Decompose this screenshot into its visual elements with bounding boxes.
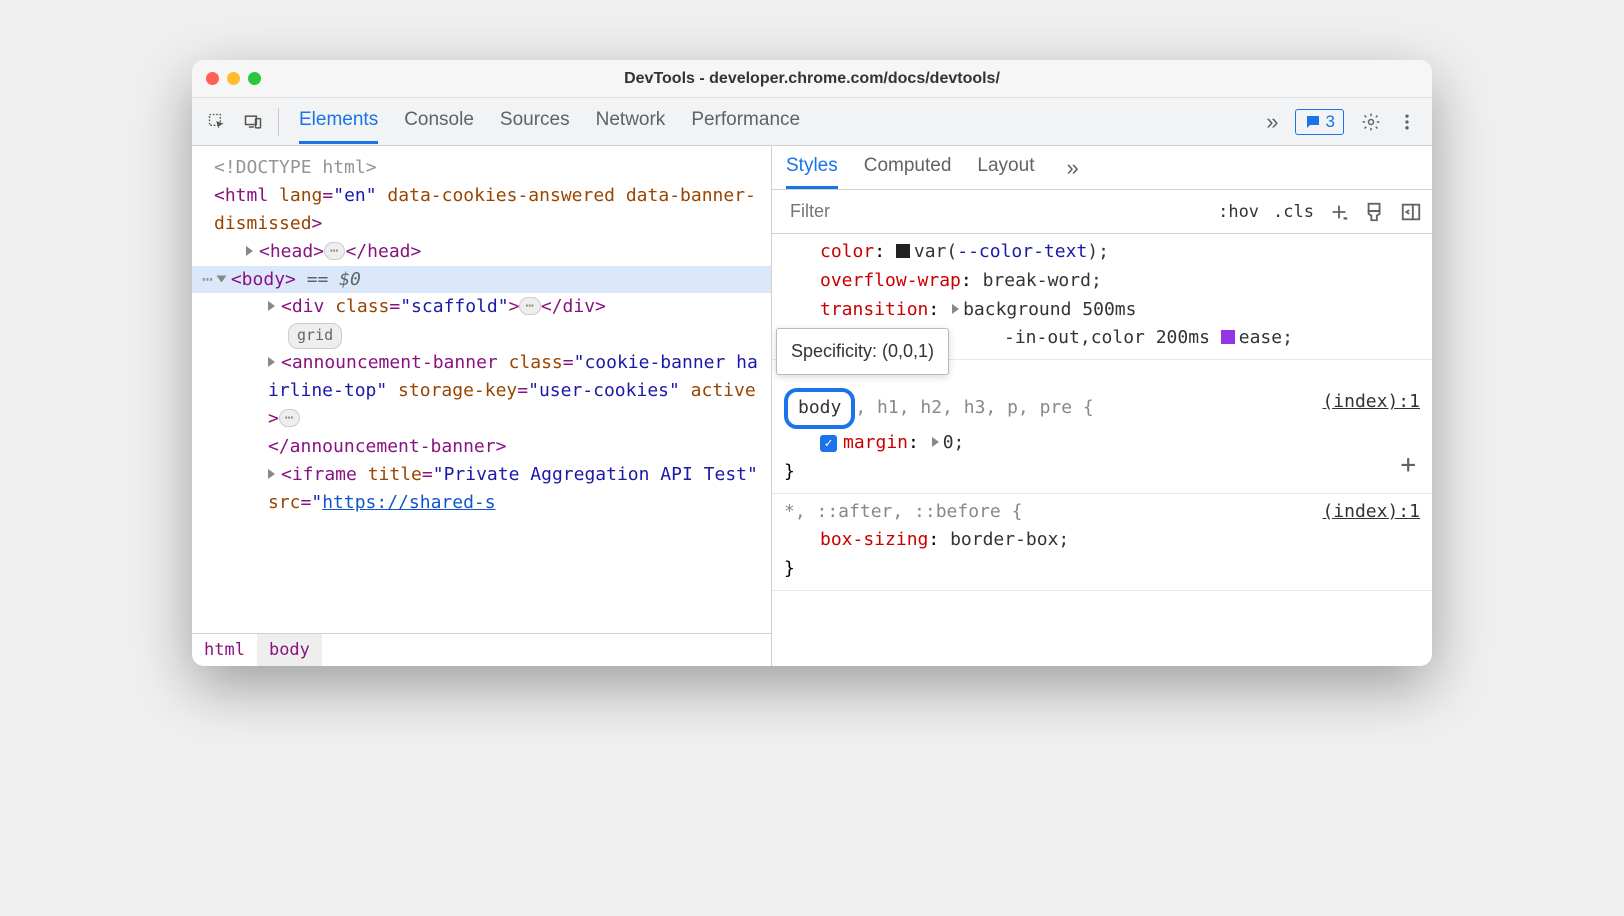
scaffold-node[interactable]: <div class="scaffold">⋯</div> — [192, 293, 771, 321]
css-rules[interactable]: color: var(--color-text); overflow-wrap:… — [772, 234, 1432, 666]
settings-icon[interactable] — [1354, 105, 1388, 139]
content-panes: <!DOCTYPE html> <html lang="en" data-coo… — [192, 146, 1432, 666]
devtools-toolbar: Elements Console Sources Network Perform… — [192, 98, 1432, 146]
layout-tab[interactable]: Layout — [977, 146, 1034, 189]
rule-block-1[interactable]: (index):1 body, h1, h2, h3, p, pre { ✓ma… — [772, 360, 1432, 493]
new-style-rule-icon[interactable] — [1328, 201, 1350, 223]
styles-panel: Styles Computed Layout » :hov .cls color… — [772, 146, 1432, 666]
more-tabs-icon[interactable]: » — [1260, 109, 1284, 135]
elements-panel: <!DOCTYPE html> <html lang="en" data-coo… — [192, 146, 772, 666]
tab-performance[interactable]: Performance — [691, 99, 800, 144]
styles-filter-input[interactable] — [782, 195, 1062, 228]
iframe-node[interactable]: <iframe title="Private Aggregation API T… — [192, 461, 771, 517]
doctype-node[interactable]: <!DOCTYPE html> — [192, 154, 771, 182]
head-node[interactable]: <head>⋯</head> — [192, 238, 771, 266]
hov-toggle[interactable]: :hov — [1218, 202, 1259, 222]
titlebar: DevTools - developer.chrome.com/docs/dev… — [192, 60, 1432, 98]
tab-sources[interactable]: Sources — [500, 99, 570, 144]
source-link[interactable]: (index):1 — [1322, 498, 1420, 527]
color-swatch[interactable] — [896, 244, 910, 258]
styles-tab[interactable]: Styles — [786, 146, 838, 189]
separator — [278, 108, 279, 136]
rule-close: } — [784, 458, 1420, 487]
devtools-window: DevTools - developer.chrome.com/docs/dev… — [192, 60, 1432, 666]
issues-count: 3 — [1326, 112, 1335, 132]
inspect-element-icon[interactable] — [200, 105, 234, 139]
device-toolbar-icon[interactable] — [236, 105, 270, 139]
body-node-selected[interactable]: ⋯<body> == $0 — [192, 266, 771, 294]
breadcrumb: html body — [192, 633, 771, 666]
property-checkbox[interactable]: ✓ — [820, 435, 837, 452]
kebab-menu-icon[interactable] — [1390, 105, 1424, 139]
rule-block-0[interactable]: color: var(--color-text); overflow-wrap:… — [772, 234, 1432, 360]
styles-filterbar: :hov .cls — [772, 190, 1432, 234]
grid-badge[interactable]: grid — [192, 321, 771, 349]
more-styles-tabs-icon[interactable]: » — [1060, 155, 1084, 181]
styles-sidebar-tabs: Styles Computed Layout » — [772, 146, 1432, 190]
source-link[interactable]: (index):1 — [1322, 388, 1420, 417]
html-node[interactable]: <html lang="en" data-cookies-answered da… — [192, 182, 771, 238]
tab-elements[interactable]: Elements — [299, 99, 378, 144]
add-property-icon[interactable]: + — [1400, 445, 1416, 487]
bezier-swatch[interactable] — [1221, 330, 1235, 344]
window-title: DevTools - developer.chrome.com/docs/dev… — [192, 70, 1432, 88]
brush-icon[interactable] — [1364, 201, 1386, 223]
panel-toggle-icon[interactable] — [1400, 201, 1422, 223]
rule-block-2[interactable]: (index):1 *, ::after, ::before { box-siz… — [772, 494, 1432, 591]
body-selector-highlight: body — [784, 388, 855, 429]
rule-close: } — [784, 555, 1420, 584]
issues-icon — [1304, 113, 1322, 131]
breadcrumb-body[interactable]: body — [257, 634, 322, 666]
announcement-node[interactable]: <announcement-banner class="cookie-banne… — [192, 349, 771, 461]
issues-badge[interactable]: 3 — [1295, 109, 1344, 135]
cls-toggle[interactable]: .cls — [1273, 202, 1314, 222]
computed-tab[interactable]: Computed — [864, 146, 952, 189]
dom-tree[interactable]: <!DOCTYPE html> <html lang="en" data-coo… — [192, 146, 771, 633]
breadcrumb-html[interactable]: html — [192, 634, 257, 666]
panel-tabs: Elements Console Sources Network Perform… — [287, 99, 1258, 144]
tab-console[interactable]: Console — [404, 99, 474, 144]
tab-network[interactable]: Network — [596, 99, 666, 144]
